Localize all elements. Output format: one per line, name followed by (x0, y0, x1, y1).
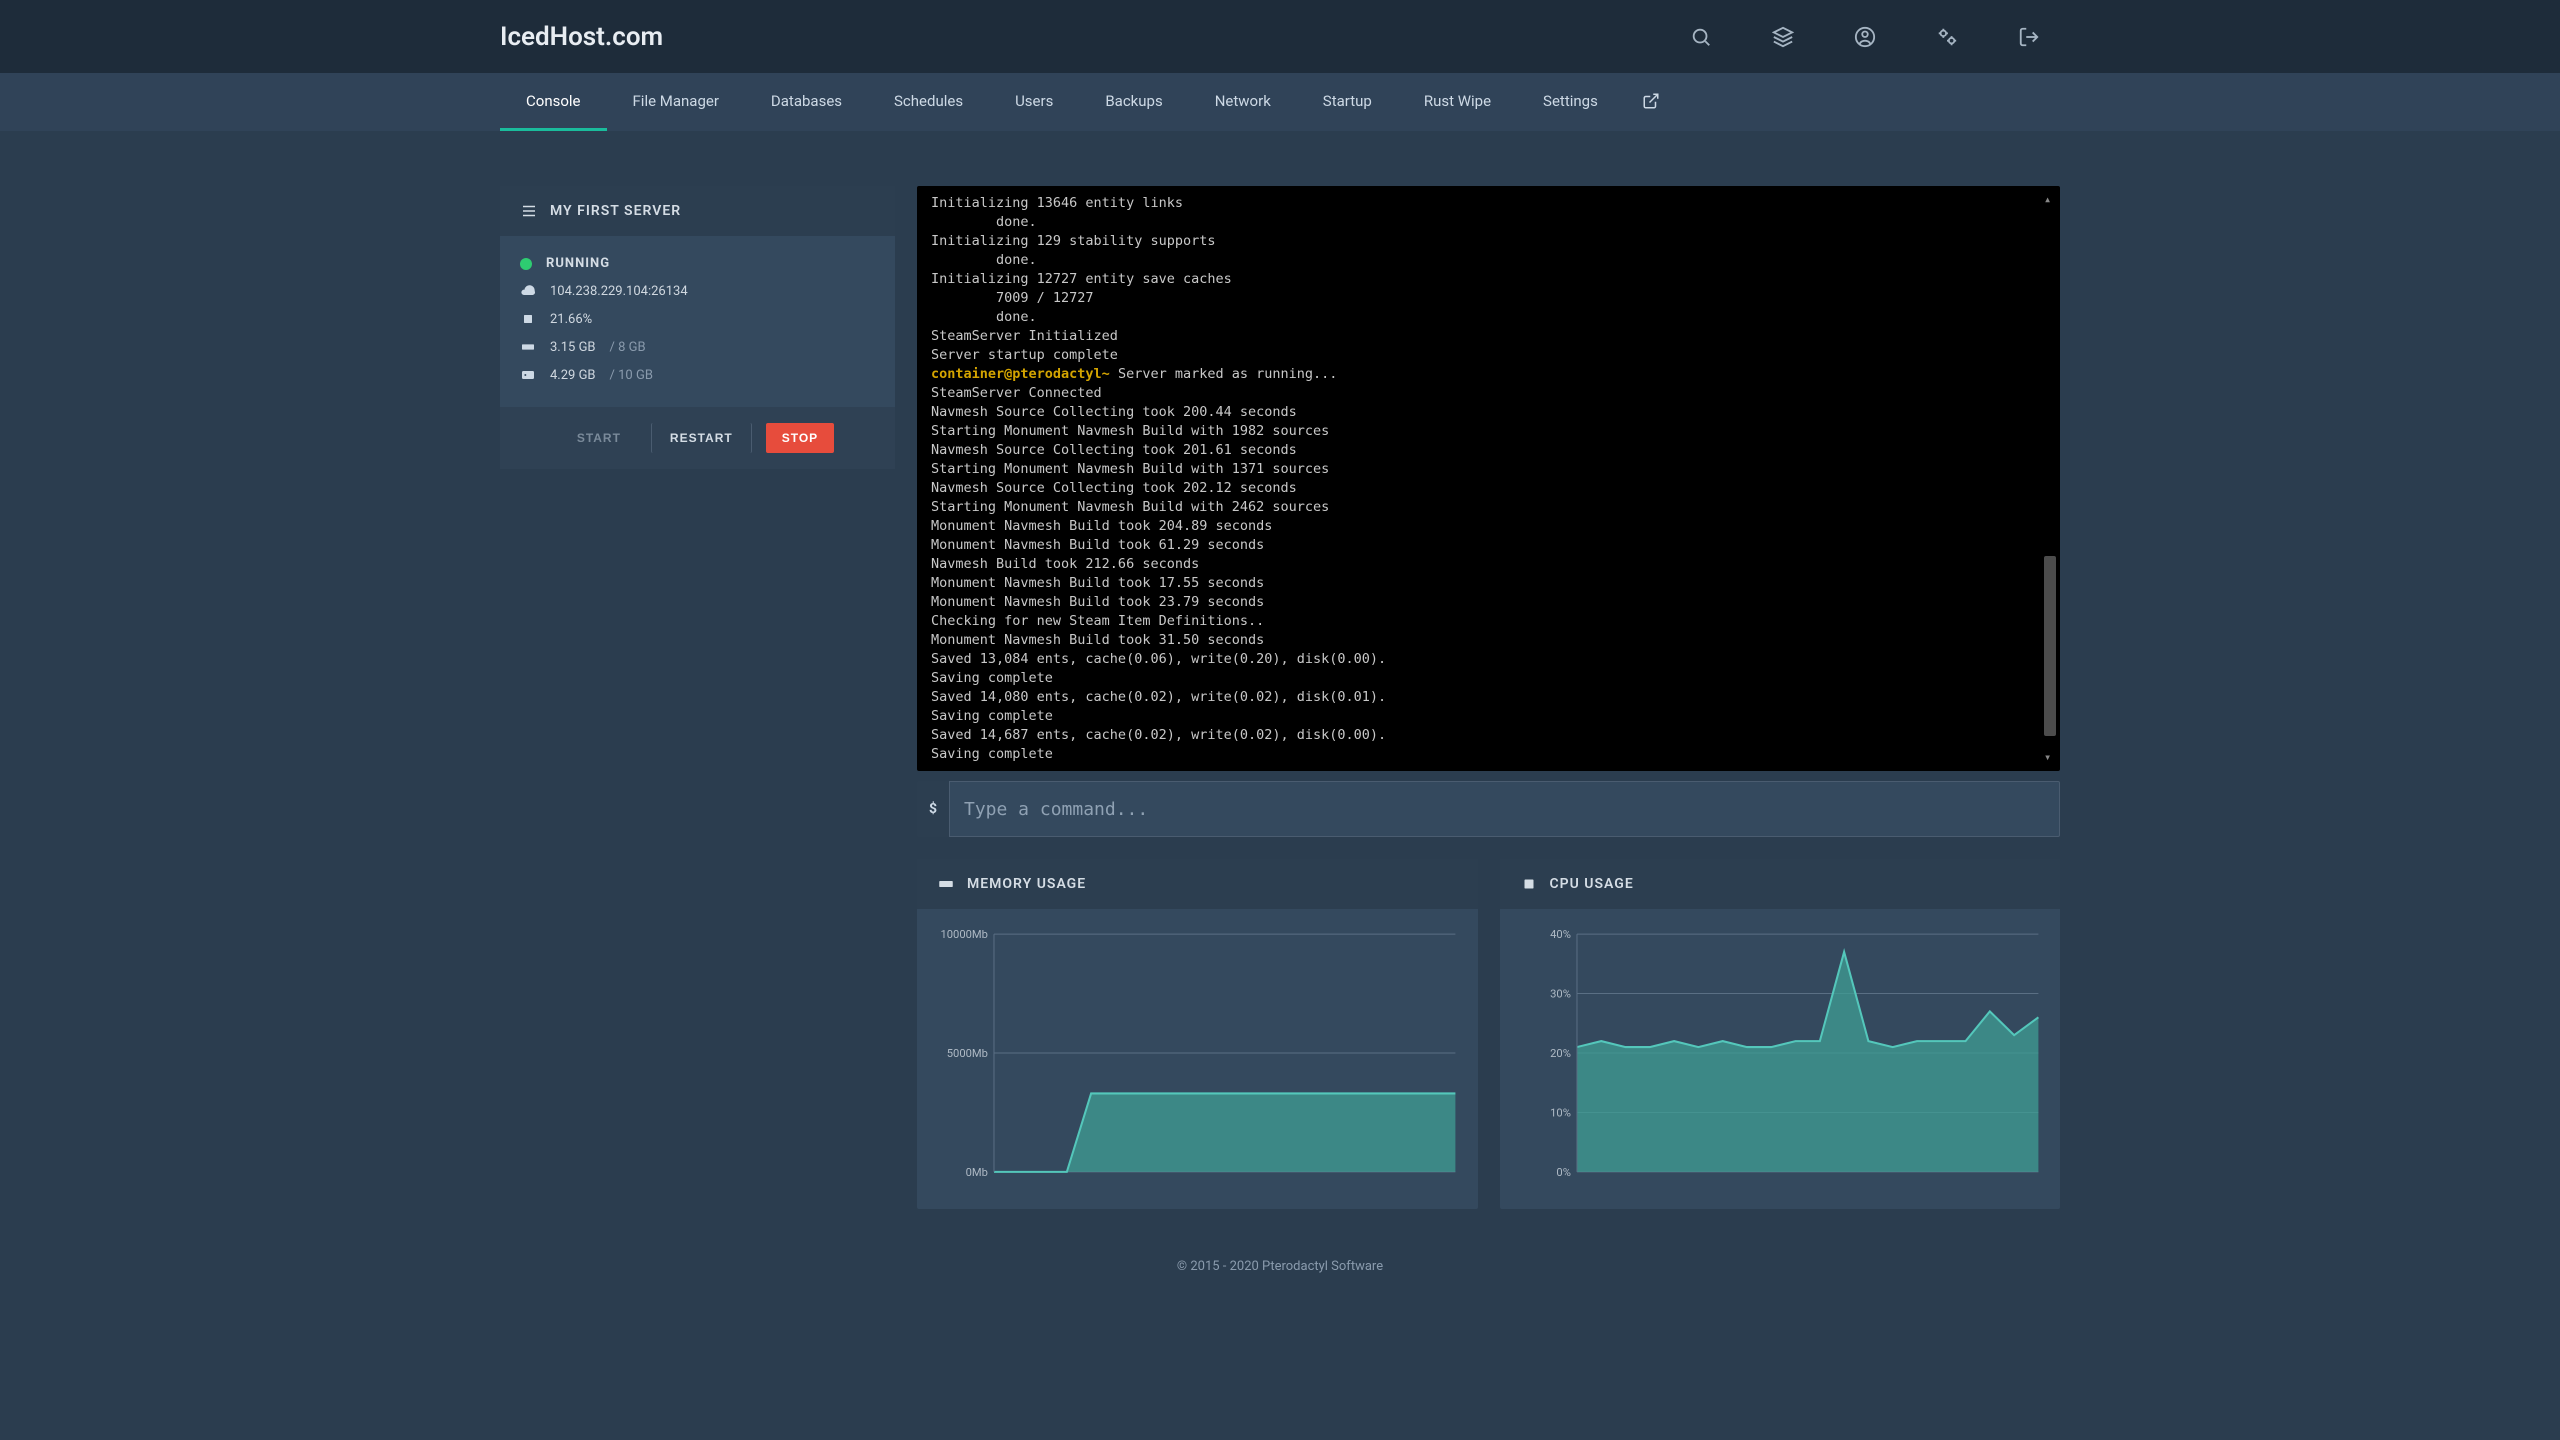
command-row: $ (917, 781, 2060, 837)
scrollbar-thumb[interactable] (2044, 556, 2056, 736)
external-link-icon (1642, 92, 1660, 110)
topbar: IcedHost.com (0, 0, 2560, 73)
disk-total: / 10 GB (610, 368, 653, 383)
memory-chart-card: MEMORY USAGE 0Mb 5000Mb 10000Mb (917, 859, 1478, 1209)
tab-network[interactable]: Network (1189, 73, 1297, 131)
ip-value: 104.238.229.104:26134 (550, 284, 688, 299)
admin-cogs-icon[interactable] (1936, 26, 1958, 48)
server-info-card: MY FIRST SERVER RUNNING 104.238.229.104:… (500, 186, 895, 469)
tab-console[interactable]: Console (500, 73, 607, 131)
chip-icon (520, 311, 536, 327)
cpu-chart: 0% 10% 20% 30% 40% (1516, 923, 2045, 1183)
tab-file-manager[interactable]: File Manager (607, 73, 745, 131)
brand-title[interactable]: IcedHost.com (500, 22, 663, 52)
disk-used: 4.29 GB (550, 368, 596, 383)
cpu-value: 21.66% (550, 312, 592, 327)
scroll-up-icon[interactable]: ▴ (2044, 190, 2054, 209)
cpu-row: 21.66% (520, 305, 875, 333)
server-info-header: MY FIRST SERVER (500, 186, 895, 236)
memory-chart-header: MEMORY USAGE (917, 859, 1478, 909)
svg-text:10%: 10% (1550, 1107, 1571, 1120)
layers-icon[interactable] (1772, 26, 1794, 48)
scroll-down-icon[interactable]: ▾ (2044, 748, 2054, 767)
svg-text:0%: 0% (1556, 1166, 1570, 1179)
tabbar: Console File Manager Databases Schedules… (0, 73, 2560, 131)
list-icon (520, 202, 538, 220)
tab-users[interactable]: Users (989, 73, 1079, 131)
cpu-chart-header: CPU USAGE (1500, 859, 2061, 909)
tab-backups[interactable]: Backups (1079, 73, 1188, 131)
tab-external-link[interactable] (1624, 73, 1678, 131)
topbar-actions (1690, 26, 2040, 48)
stop-button[interactable]: STOP (766, 423, 834, 453)
tab-rust-wipe[interactable]: Rust Wipe (1398, 73, 1517, 131)
memory-icon (520, 339, 536, 355)
chip-icon (1520, 875, 1538, 893)
svg-text:20%: 20% (1550, 1047, 1571, 1060)
footer-copyright: © 2015 - 2020 Pterodactyl Software (0, 1259, 2560, 1274)
status-label: RUNNING (546, 256, 610, 271)
start-button: START (561, 423, 637, 453)
user-icon[interactable] (1854, 26, 1876, 48)
memory-chart: 0Mb 5000Mb 10000Mb (933, 923, 1462, 1183)
cloud-icon (520, 283, 536, 299)
power-buttons: START RESTART STOP (500, 407, 895, 469)
svg-text:40%: 40% (1550, 928, 1571, 941)
disk-row: 4.29 GB / 10 GB (520, 361, 875, 389)
console-output[interactable]: ▴ ▾ Initializing 13646 entity links done… (917, 186, 2060, 771)
restart-button[interactable]: RESTART (651, 423, 752, 453)
tab-settings[interactable]: Settings (1517, 73, 1624, 131)
command-input[interactable] (949, 781, 2060, 837)
hdd-icon (520, 367, 536, 383)
ip-row: 104.238.229.104:26134 (520, 277, 875, 305)
tab-databases[interactable]: Databases (745, 73, 868, 131)
status-dot-icon (520, 258, 532, 270)
memory-total: / 8 GB (610, 340, 646, 355)
memory-used: 3.15 GB (550, 340, 596, 355)
memory-icon (937, 875, 955, 893)
status-row: RUNNING (520, 250, 875, 277)
tab-startup[interactable]: Startup (1297, 73, 1398, 131)
cpu-chart-title: CPU USAGE (1550, 876, 1634, 892)
svg-text:0Mb: 0Mb (966, 1166, 988, 1179)
memory-row: 3.15 GB / 8 GB (520, 333, 875, 361)
svg-text:30%: 30% (1550, 988, 1571, 1001)
logout-icon[interactable] (2018, 26, 2040, 48)
tab-schedules[interactable]: Schedules (868, 73, 989, 131)
svg-text:10000Mb: 10000Mb (941, 928, 988, 941)
memory-chart-title: MEMORY USAGE (967, 876, 1086, 892)
cpu-chart-card: CPU USAGE 0% 10% 20% 30% 40% (1500, 859, 2061, 1209)
command-prompt-symbol: $ (917, 781, 949, 837)
server-name: MY FIRST SERVER (550, 203, 681, 219)
search-icon[interactable] (1690, 26, 1712, 48)
svg-text:5000Mb: 5000Mb (947, 1047, 988, 1060)
